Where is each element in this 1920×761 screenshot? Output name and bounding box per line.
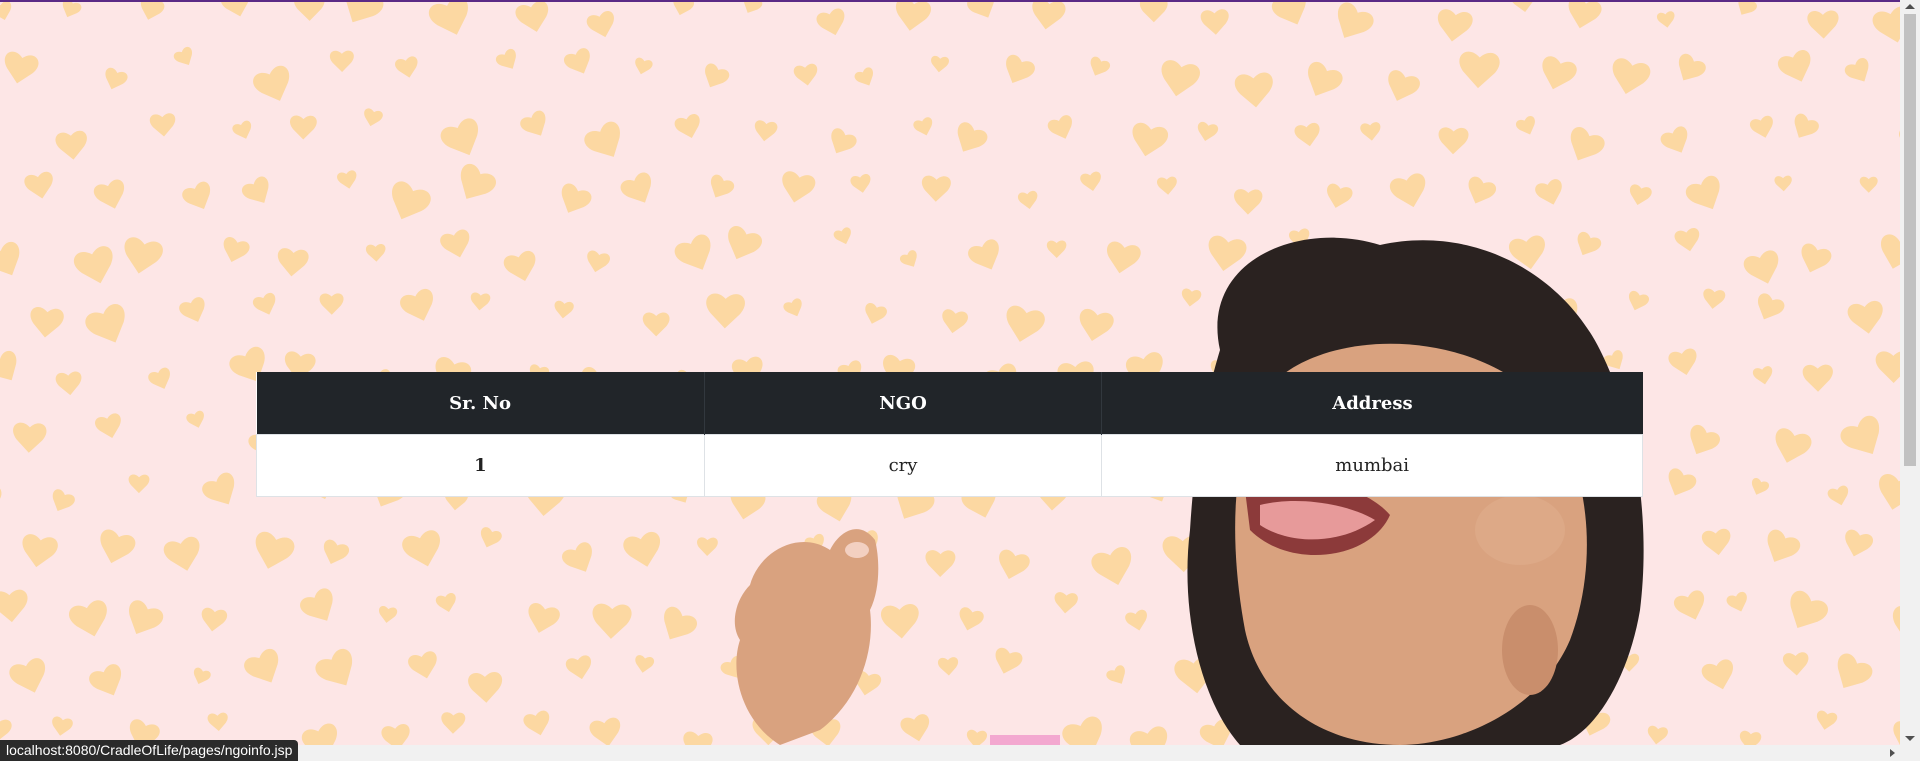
scrollbar-thumb[interactable] — [1904, 14, 1916, 466]
scroll-right-icon[interactable] — [1890, 749, 1895, 757]
table-header-row: Sr. No NGO Address — [256, 372, 1643, 435]
scroll-down-icon[interactable] — [1905, 736, 1915, 741]
column-header-sr-no: Sr. No — [256, 372, 705, 435]
page-viewport: Sr. No NGO Address 1 cry mumbai — [0, 0, 1900, 745]
column-header-ngo: NGO — [704, 372, 1103, 435]
link-status-bar: localhost:8080/CradleOfLife/pages/ngoinf… — [0, 740, 299, 761]
ngo-table: Sr. No NGO Address 1 cry mumbai — [256, 372, 1643, 497]
scroll-up-icon[interactable] — [1905, 4, 1915, 9]
cell-sr-no: 1 — [256, 434, 705, 497]
cell-address: mumbai — [1101, 434, 1643, 497]
vertical-scrollbar[interactable] — [1900, 0, 1920, 745]
top-accent-bar — [0, 0, 1900, 2]
ngo-table-container: Sr. No NGO Address 1 cry mumbai — [256, 372, 1643, 497]
cell-ngo: cry — [703, 434, 1103, 497]
table-row: 1 cry mumbai — [256, 434, 1643, 497]
column-header-address: Address — [1101, 372, 1643, 435]
